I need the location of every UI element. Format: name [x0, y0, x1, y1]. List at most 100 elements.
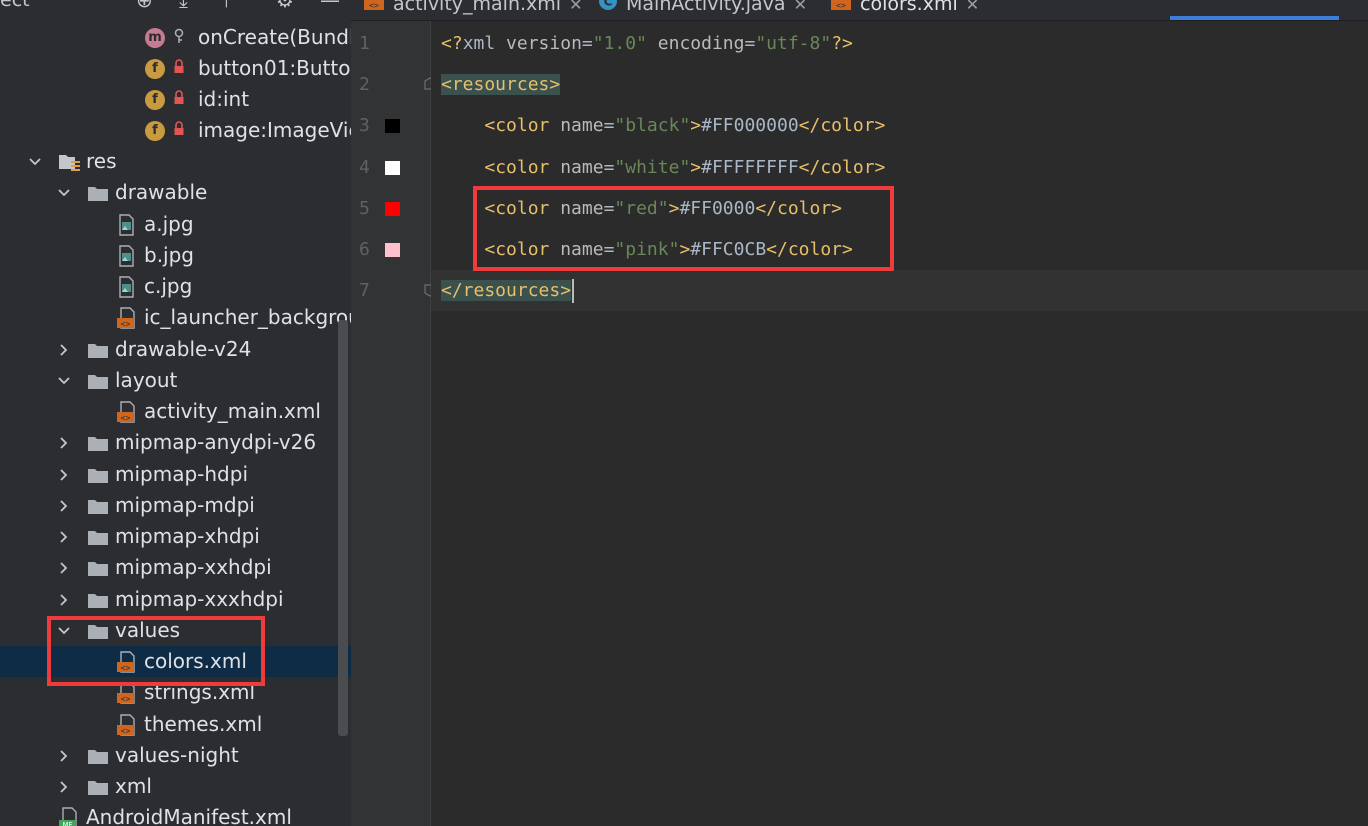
- sidebar-scrollbar[interactable]: [338, 320, 348, 736]
- tree-item-label: mipmap-xhdpi: [115, 524, 260, 548]
- globe-icon[interactable]: ⊕: [136, 0, 153, 12]
- code-token: =: [581, 33, 593, 54]
- color-swatch-icon[interactable]: [385, 202, 400, 216]
- tree-folder[interactable]: layout: [0, 365, 351, 396]
- chevron-right-icon[interactable]: [57, 771, 71, 802]
- tree-folder[interactable]: mipmap-xxxhdpi: [0, 584, 351, 615]
- tree-file[interactable]: <> ic_launcher_backgrou: [0, 302, 351, 333]
- tree-item-label: mipmap-xxhdpi: [115, 555, 272, 579]
- line-number: 7: [359, 280, 370, 301]
- tree-folder[interactable]: res: [0, 146, 351, 177]
- code-line[interactable]: <resources>: [441, 64, 561, 105]
- code-token: "white": [614, 157, 691, 178]
- tree-item-label: c.jpg: [144, 274, 193, 298]
- tree-folder[interactable]: mipmap-xhdpi: [0, 521, 351, 552]
- tree-file[interactable]: a.jpg: [0, 209, 351, 240]
- tree-folder[interactable]: drawable: [0, 177, 351, 208]
- image-file-icon: [116, 245, 138, 267]
- code-token: "1.0": [592, 33, 647, 54]
- tree-folder[interactable]: mipmap-mdpi: [0, 490, 351, 521]
- editor-tab[interactable]: <> activity_main.xml ✕: [363, 0, 582, 20]
- tree-folder[interactable]: drawable-v24: [0, 334, 351, 365]
- tree-folder[interactable]: mipmap-hdpi: [0, 459, 351, 490]
- svg-text:C: C: [604, 0, 613, 8]
- tree-file[interactable]: <> activity_main.xml: [0, 396, 351, 427]
- chevron-down-icon[interactable]: [57, 177, 71, 208]
- folder-icon: [87, 526, 109, 548]
- code-token: ?>: [831, 33, 853, 54]
- code-editor[interactable]: <?xml version="1.0" encoding="utf-8"?> <r…: [431, 21, 1368, 826]
- close-icon[interactable]: ✕: [794, 0, 807, 14]
- member-label: id:int: [198, 87, 250, 111]
- code-token: <?: [441, 33, 463, 54]
- color-swatch-icon[interactable]: [385, 161, 400, 175]
- chevron-right-icon[interactable]: [57, 427, 71, 458]
- chevron-right-icon[interactable]: [57, 740, 71, 771]
- member-item[interactable]: m onCreate(Bundle: [0, 22, 351, 53]
- image-file-icon: [116, 214, 138, 236]
- collapse-all-icon[interactable]: ⤓: [179, 0, 188, 12]
- folder-icon: [87, 464, 109, 486]
- code-token: </color>: [798, 157, 886, 178]
- chevron-right-icon[interactable]: [57, 334, 71, 365]
- member-item[interactable]: f id:int: [0, 84, 351, 115]
- folder-icon: [87, 370, 109, 392]
- chevron-right-icon[interactable]: [57, 584, 71, 615]
- svg-text:<>: <>: [121, 320, 131, 329]
- tree-item-label: themes.xml: [144, 712, 263, 736]
- member-item[interactable]: f image:ImageVie: [0, 115, 351, 146]
- folder-icon: [87, 745, 109, 767]
- tree-folder[interactable]: values-night: [0, 740, 351, 771]
- tab-label: activity_main.xml: [393, 0, 562, 15]
- code-line[interactable]: <color name="black">#FF000000</color>: [441, 105, 885, 146]
- xml-file-icon: <>: [116, 307, 138, 329]
- expand-all-icon[interactable]: ⤒: [222, 0, 231, 12]
- chevron-down-icon[interactable]: [28, 146, 42, 177]
- folder-icon: [87, 776, 109, 798]
- chevron-down-icon[interactable]: [57, 365, 71, 396]
- code-token: <color: [484, 115, 561, 136]
- tree-item-label: mipmap-hdpi: [115, 462, 249, 486]
- line-number: 2: [359, 74, 370, 95]
- tree-item-label: mipmap-anydpi-v26: [115, 430, 317, 454]
- folder-icon: [87, 557, 109, 579]
- gear-icon[interactable]: ⚙: [276, 0, 294, 12]
- tree-folder[interactable]: mipmap-anydpi-v26: [0, 427, 351, 458]
- chevron-right-icon[interactable]: [57, 459, 71, 490]
- editor-tab[interactable]: <> colors.xml ✕: [830, 0, 979, 20]
- tree-file[interactable]: <> themes.xml: [0, 709, 351, 740]
- image-file-icon: [116, 276, 138, 298]
- code-token: name: [560, 115, 604, 136]
- svg-text:<>: <>: [121, 727, 131, 736]
- chevron-right-icon[interactable]: [57, 552, 71, 583]
- text-caret: [572, 279, 575, 303]
- tree-folder[interactable]: xml: [0, 771, 351, 802]
- editor-tab[interactable]: C MainActivity.java ✕: [598, 0, 807, 20]
- code-line[interactable]: <color name="white">#FFFFFFFF</color>: [441, 147, 885, 188]
- code-line[interactable]: </resources>: [441, 270, 575, 311]
- color-swatch-icon[interactable]: [385, 119, 400, 133]
- chevron-right-icon[interactable]: [57, 490, 71, 521]
- member-label: image:ImageVie: [198, 118, 351, 142]
- color-swatch-icon[interactable]: [385, 243, 400, 257]
- code-line[interactable]: <?xml version="1.0" encoding="utf-8"?>: [441, 23, 853, 64]
- svg-text:<>: <>: [369, 1, 379, 10]
- tree-folder[interactable]: mipmap-xxhdpi: [0, 552, 351, 583]
- close-icon[interactable]: ✕: [569, 0, 582, 14]
- xml-file-icon: <>: [116, 714, 138, 736]
- tree-file[interactable]: MF AndroidManifest.xml: [0, 802, 351, 826]
- tree-file[interactable]: c.jpg: [0, 271, 351, 302]
- project-toolbar: ect ⊕ ⤓ ⤒ ⚙ —: [0, 0, 351, 14]
- tree-item-label: layout: [115, 368, 178, 392]
- code-token: =: [603, 115, 615, 136]
- minimize-icon[interactable]: —: [320, 0, 340, 12]
- project-header-label[interactable]: ect: [0, 0, 30, 12]
- code-token: </color>: [798, 115, 886, 136]
- chevron-right-icon[interactable]: [57, 521, 71, 552]
- tree-file[interactable]: b.jpg: [0, 240, 351, 271]
- close-icon[interactable]: ✕: [966, 0, 979, 14]
- member-item[interactable]: f button01:Button: [0, 53, 351, 84]
- code-token: "black": [614, 115, 691, 136]
- folder-icon: [87, 432, 109, 454]
